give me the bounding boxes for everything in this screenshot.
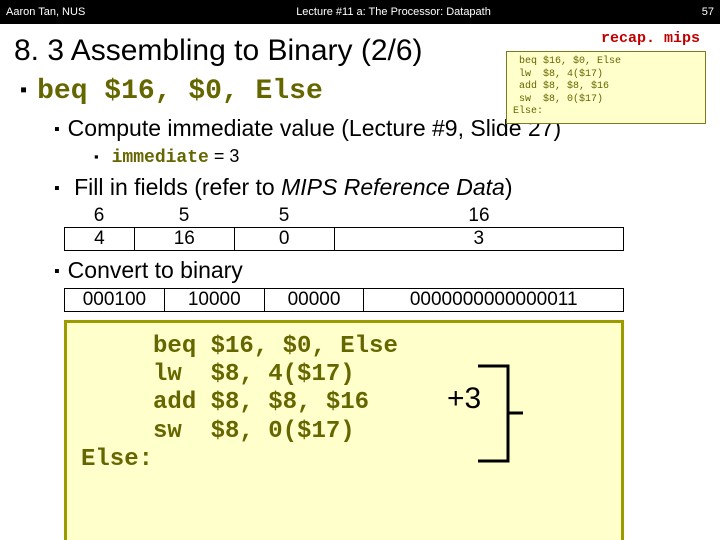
bin-cell: 10000 [164,288,264,311]
code-box: beq $16, $0, Else lw $8, 4($17) add $8, … [64,320,624,540]
fillin-pre: Fill in fields (refer to [74,174,281,200]
binary-row: 000100 10000 00000 0000000000000011 [64,288,624,312]
immediate-rhs: = 3 [209,146,240,166]
slide-body: recap. mips beq $16, $0, Else lw $8, 4($… [0,24,720,540]
fillin-post: ) [505,174,513,200]
value-cell: 16 [134,227,234,250]
width-cell: 6 [64,205,134,227]
recap-block: recap. mips beq $16, $0, Else lw $8, 4($… [506,30,706,124]
recap-code: beq $16, $0, Else lw $8, 4($17) add $8, … [506,51,706,124]
field-widths-row: 6 5 5 16 [64,205,624,227]
bin-cell: 000100 [65,288,165,311]
width-cell: 16 [334,205,624,227]
immediate-lhs: immediate [112,148,209,168]
recap-label: recap. mips [506,30,706,47]
code-box-text: beq $16, $0, Else lw $8, 4($17) add $8, … [81,333,398,473]
field-values-row: 4 16 0 3 [64,227,624,251]
value-cell: 4 [65,227,135,250]
width-cell: 5 [134,205,234,227]
bin-cell: 0000000000000011 [364,288,624,311]
fillin-line: Fill in fields (refer to MIPS Reference … [54,174,706,201]
plus-three-label: +3 [447,381,481,416]
value-cell: 0 [234,227,334,250]
header-bar: Aaron Tan, NUS Lecture #11 a: The Proces… [0,0,720,24]
convert-line: Convert to binary [54,257,706,284]
fillin-ital: MIPS Reference Data [281,174,505,200]
header-left: Aaron Tan, NUS [6,6,85,18]
header-right: 57 [702,6,714,18]
bin-cell: 00000 [264,288,364,311]
value-cell: 3 [334,227,623,250]
immediate-line: immediate = 3 [94,146,706,168]
width-cell: 5 [234,205,334,227]
header-center: Lecture #11 a: The Processor: Datapath [85,6,701,18]
